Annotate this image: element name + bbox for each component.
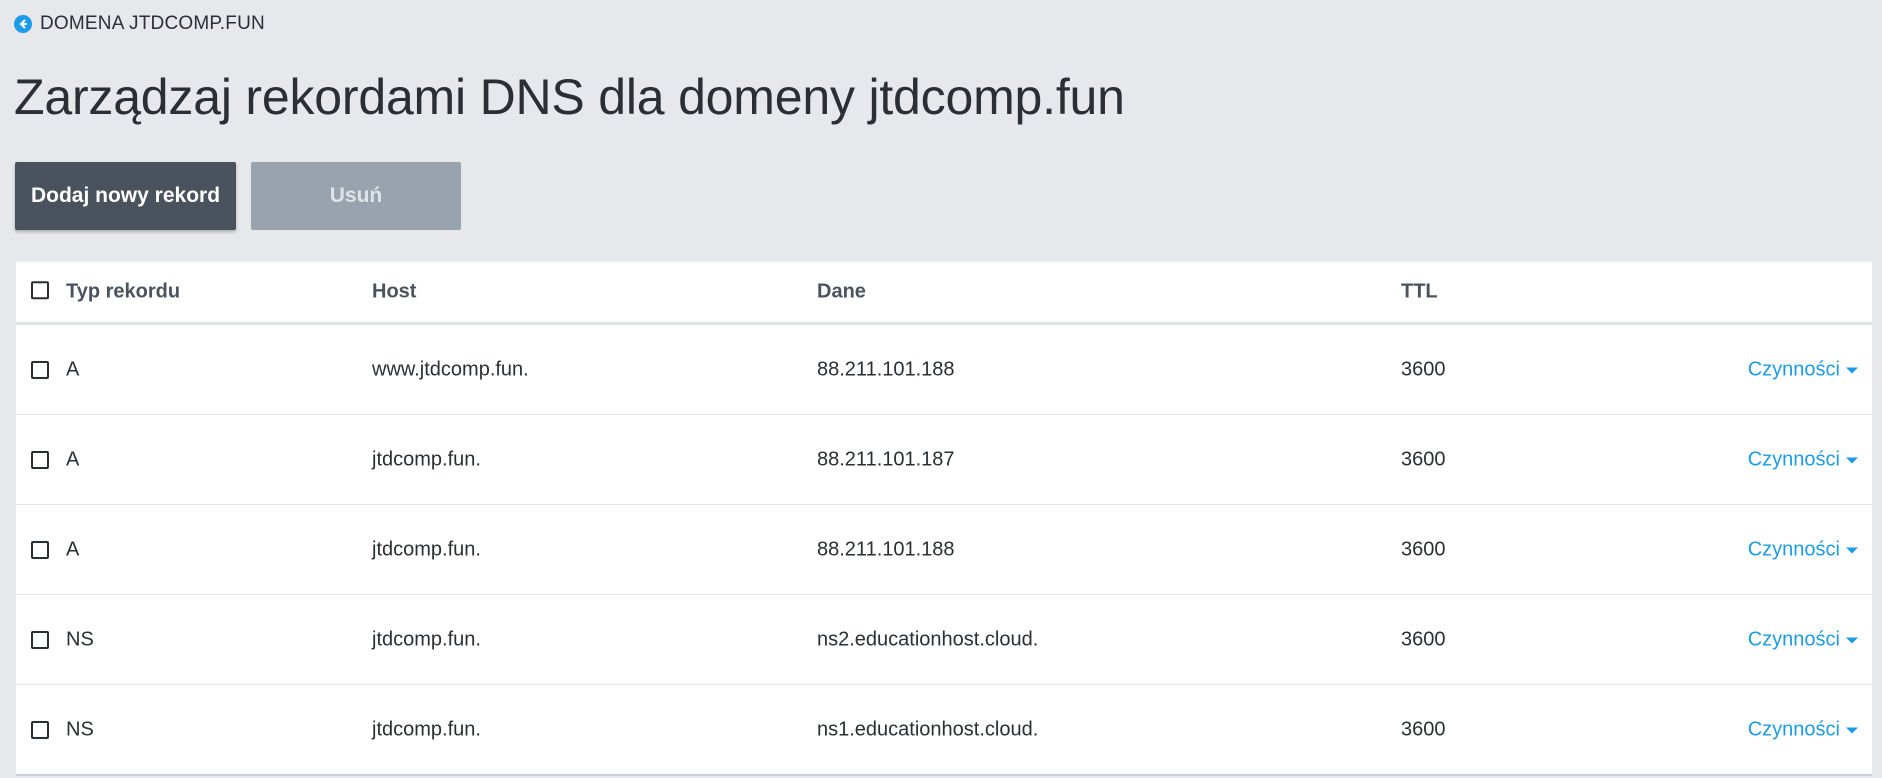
column-header-data: Dane [817, 280, 866, 303]
actions-dropdown[interactable]: Czynności [1748, 358, 1858, 381]
record-ttl: 3600 [1401, 628, 1446, 650]
caret-down-icon[interactable] [1846, 637, 1858, 644]
record-ttl: 3600 [1401, 358, 1446, 380]
delete-button[interactable]: Usuń [251, 162, 461, 230]
column-header-type: Typ rekordu [66, 280, 181, 303]
actions-label[interactable]: Czynności [1748, 628, 1840, 651]
table-row: A www.jtdcomp.fun. 88.211.101.188 3600 C… [16, 325, 1872, 415]
actions-label[interactable]: Czynności [1748, 448, 1840, 471]
table-row: NS jtdcomp.fun. ns2.educationhost.cloud.… [16, 595, 1872, 685]
record-type: A [66, 358, 80, 380]
select-all-checkbox[interactable] [31, 281, 49, 300]
record-type: A [66, 448, 80, 470]
record-data: 88.211.101.187 [817, 448, 955, 470]
record-type: NS [66, 628, 94, 650]
record-data: ns2.educationhost.cloud. [817, 628, 1039, 650]
table-row: A jtdcomp.fun. 88.211.101.187 3600 Czynn… [16, 415, 1872, 505]
actions-label[interactable]: Czynności [1748, 358, 1840, 381]
record-host: jtdcomp.fun. [372, 448, 481, 470]
table-row: A jtdcomp.fun. 88.211.101.188 3600 Czynn… [16, 505, 1872, 595]
actions-dropdown[interactable]: Czynności [1748, 448, 1858, 471]
actions-dropdown[interactable]: Czynności [1748, 718, 1858, 741]
record-ttl: 3600 [1401, 538, 1446, 560]
record-host: jtdcomp.fun. [372, 718, 481, 740]
record-host: jtdcomp.fun. [372, 628, 481, 650]
column-header-host: Host [372, 280, 417, 303]
record-host: www.jtdcomp.fun. [372, 358, 529, 380]
caret-down-icon[interactable] [1846, 727, 1858, 734]
caret-down-icon[interactable] [1846, 547, 1858, 554]
row-checkbox[interactable] [31, 540, 49, 559]
actions-dropdown[interactable]: Czynności [1748, 538, 1858, 561]
row-checkbox[interactable] [31, 720, 49, 739]
row-checkbox[interactable] [31, 360, 49, 379]
record-data: 88.211.101.188 [817, 358, 955, 380]
caret-down-icon[interactable] [1846, 367, 1858, 374]
row-checkbox[interactable] [31, 630, 49, 649]
record-type: NS [66, 718, 94, 740]
actions-label[interactable]: Czynności [1748, 538, 1840, 561]
dns-records-table: Typ rekordu Host Dane TTL A www.jtdcomp.… [16, 262, 1872, 776]
column-header-ttl: TTL [1401, 280, 1438, 303]
caret-down-icon[interactable] [1846, 457, 1858, 464]
row-checkbox[interactable] [31, 450, 49, 469]
actions-label[interactable]: Czynności [1748, 718, 1840, 741]
record-type: A [66, 538, 80, 560]
record-host: jtdcomp.fun. [372, 538, 481, 560]
add-record-button[interactable]: Dodaj nowy rekord [15, 162, 236, 230]
page-title: Zarządzaj rekordami DNS dla domeny jtdco… [14, 69, 1125, 125]
table-header: Typ rekordu Host Dane TTL [16, 262, 1872, 325]
record-ttl: 3600 [1401, 718, 1446, 740]
record-data: ns1.educationhost.cloud. [817, 718, 1039, 740]
record-ttl: 3600 [1401, 448, 1446, 470]
arrow-left-circle-icon[interactable] [14, 15, 32, 33]
table-row: NS jtdcomp.fun. ns1.educationhost.cloud.… [16, 685, 1872, 774]
actions-dropdown[interactable]: Czynności [1748, 628, 1858, 651]
breadcrumb-label[interactable]: DOMENA JTDCOMP.FUN [40, 13, 265, 35]
breadcrumb[interactable]: DOMENA JTDCOMP.FUN [14, 13, 265, 35]
record-data: 88.211.101.188 [817, 538, 955, 560]
